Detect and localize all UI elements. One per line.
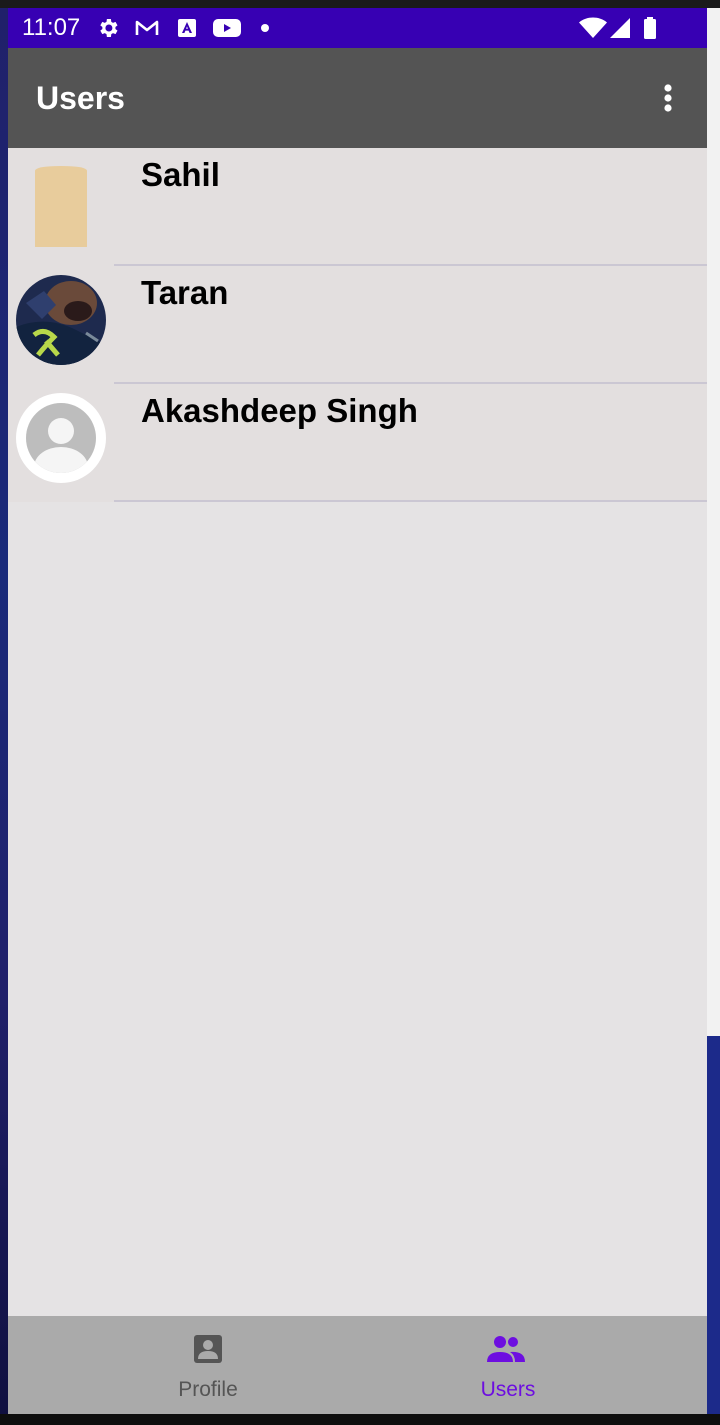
overflow-menu-button[interactable] (648, 78, 688, 118)
more-vert-icon (664, 84, 672, 112)
avatar-photo (16, 275, 106, 365)
avatar-default-person-icon (16, 393, 106, 483)
user-name: Taran (141, 274, 229, 311)
list-item-user[interactable]: Taran (8, 266, 707, 384)
nav-item-profile[interactable]: Profile (58, 1316, 358, 1414)
page-title: Users (36, 80, 125, 116)
youtube-icon (213, 19, 241, 37)
list-item-user[interactable]: Akashdeep Singh (8, 384, 707, 502)
group-icon (487, 1336, 525, 1362)
list-item-user[interactable]: Sahil (8, 148, 707, 266)
gear-icon (100, 19, 118, 37)
nav-label-users: Users (480, 1378, 536, 1401)
dot-icon (261, 24, 269, 32)
battery-icon (644, 17, 656, 39)
account-box-icon (194, 1335, 222, 1363)
user-list: Sahil Taran Akashdeep Singh (8, 148, 707, 502)
desktop-background-left (0, 8, 8, 1414)
window-frame-top (0, 0, 720, 8)
desktop-background-right-lower (707, 1036, 720, 1425)
user-name: Akashdeep Singh (141, 392, 418, 429)
desktop-background-right (707, 8, 720, 1036)
phone-screen: 11:07 Users Sahil Taran Akashdeep Singh … (8, 8, 707, 1414)
app-bar: Users (8, 48, 707, 148)
status-time: 11:07 (22, 14, 81, 41)
list-divider (114, 500, 707, 502)
bottom-navigation: Profile Users (8, 1316, 707, 1414)
nav-item-users[interactable]: Users (358, 1316, 658, 1414)
user-name: Sahil (141, 156, 220, 193)
status-bar: 11:07 (8, 8, 707, 48)
gmail-icon (135, 20, 159, 35)
wifi-icon (579, 17, 607, 38)
signal-icon (610, 18, 630, 38)
avatar-placeholder (35, 166, 87, 247)
window-frame-bottom (0, 1414, 720, 1425)
nav-label-profile: Profile (178, 1378, 238, 1401)
a-box-icon (178, 19, 196, 37)
